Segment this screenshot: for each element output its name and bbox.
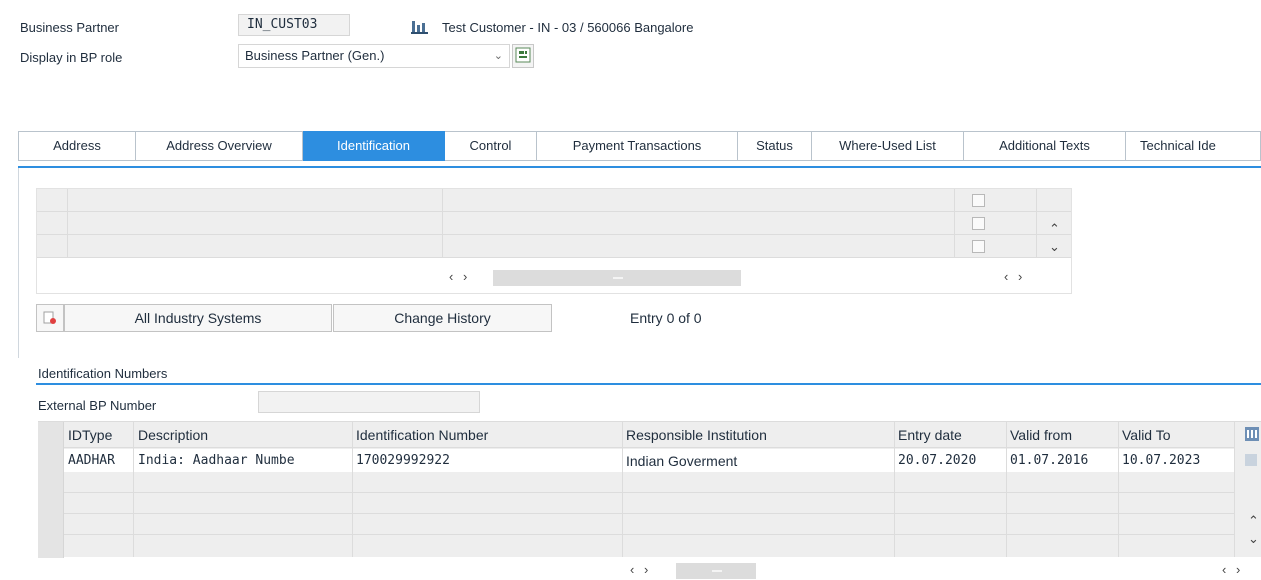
scroll-right-icon[interactable]: ›: [463, 269, 467, 284]
horizontal-scrollbar[interactable]: [493, 270, 741, 286]
cell-institution[interactable]: Indian Goverment: [626, 453, 737, 469]
change-history-button[interactable]: Change History: [333, 304, 552, 332]
bp-role-value: Business Partner (Gen.): [245, 48, 385, 63]
business-partner-description: Test Customer - IN - 03 / 560066 Bangalo…: [442, 20, 694, 35]
external-bp-label: External BP Number: [38, 398, 157, 413]
scroll-left-icon[interactable]: ‹: [1004, 269, 1008, 284]
column-divider: [894, 422, 895, 557]
empty-rows: [64, 472, 1234, 558]
display-role-label: Display in BP role: [20, 50, 123, 65]
row-select-all-icon[interactable]: [1245, 454, 1257, 466]
grid-divider: [954, 189, 955, 258]
business-partner-field[interactable]: IN_CUST03: [238, 14, 350, 36]
tab-status[interactable]: Status: [738, 131, 812, 161]
column-header-institution[interactable]: Responsible Institution: [626, 427, 767, 443]
scroll-left-icon[interactable]: ‹: [630, 562, 634, 577]
tab-where-used-list[interactable]: Where-Used List: [812, 131, 964, 161]
bp-role-select[interactable]: Business Partner (Gen.) ⌄: [238, 44, 510, 68]
cell-valid-from[interactable]: 01.07.2016: [1010, 453, 1088, 468]
table-settings-icon[interactable]: [1245, 427, 1259, 441]
column-header-description[interactable]: Description: [138, 427, 208, 443]
column-divider: [1006, 422, 1007, 557]
cell-valid-to[interactable]: 10.07.2023: [1122, 453, 1200, 468]
external-bp-field[interactable]: [258, 391, 480, 413]
grid-divider: [442, 189, 443, 258]
delete-row-icon: [43, 311, 57, 328]
delete-row-button[interactable]: [36, 304, 64, 332]
scroll-right-icon[interactable]: ›: [644, 562, 648, 577]
switch-role-icon: [515, 47, 531, 66]
column-divider: [1234, 422, 1235, 557]
tab-address[interactable]: Address: [18, 131, 136, 161]
scroll-left-icon[interactable]: ‹: [449, 269, 453, 284]
column-header-id-number[interactable]: Identification Number: [356, 427, 488, 443]
section-divider: [36, 383, 1261, 385]
industry-checkbox[interactable]: [972, 240, 985, 253]
section-title: Identification Numbers: [38, 366, 168, 381]
grid-divider: [67, 189, 68, 258]
switch-role-button[interactable]: [512, 44, 534, 68]
chevron-down-icon: ⌄: [493, 50, 503, 62]
table-row[interactable]: [64, 535, 1234, 556]
business-partner-label: Business Partner: [20, 20, 119, 35]
cell-entry-date[interactable]: 20.07.2020: [898, 453, 976, 468]
scrollbar-thumb[interactable]: [712, 570, 722, 572]
table-row[interactable]: [64, 493, 1234, 514]
cell-idtype[interactable]: AADHAR: [68, 453, 115, 468]
table-header: IDType Description Identification Number…: [64, 422, 1234, 448]
tab-identification[interactable]: Identification: [303, 131, 445, 161]
business-partner-icon: [410, 17, 430, 35]
industry-checkbox[interactable]: [972, 194, 985, 207]
all-industry-systems-button[interactable]: All Industry Systems: [64, 304, 332, 332]
table-row[interactable]: [64, 472, 1234, 493]
column-header-valid-from[interactable]: Valid from: [1010, 427, 1072, 443]
column-divider: [133, 422, 134, 557]
horizontal-scrollbar[interactable]: [676, 563, 756, 579]
column-divider: [352, 422, 353, 557]
tab-additional-texts[interactable]: Additional Texts: [964, 131, 1126, 161]
industry-row[interactable]: [37, 189, 1071, 212]
industry-row[interactable]: [37, 212, 1071, 235]
scroll-up-icon[interactable]: ⌃: [1248, 513, 1259, 529]
column-header-idtype[interactable]: IDType: [68, 427, 112, 443]
column-header-entry-date[interactable]: Entry date: [898, 427, 962, 443]
table-row[interactable]: AADHAR India: Aadhaar Numbe 170029992922…: [64, 449, 1234, 472]
industry-checkbox[interactable]: [972, 217, 985, 230]
cell-description[interactable]: India: Aadhaar Numbe: [138, 453, 295, 468]
scroll-down-icon[interactable]: ⌄: [1248, 531, 1259, 547]
tab-control[interactable]: Control: [445, 131, 537, 161]
tab-address-overview[interactable]: Address Overview: [136, 131, 303, 161]
scrollbar-thumb[interactable]: [613, 277, 623, 279]
cell-id-number[interactable]: 170029992922: [356, 453, 450, 468]
column-divider: [622, 422, 623, 557]
tab-technical-identification[interactable]: Technical Ide: [1126, 131, 1261, 161]
row-selector-column[interactable]: [38, 422, 64, 558]
industry-row[interactable]: [37, 235, 1071, 258]
grid-divider: [1036, 189, 1037, 258]
entry-count: Entry 0 of 0: [630, 310, 702, 326]
scroll-right-icon[interactable]: ›: [1018, 269, 1022, 284]
tab-strip: Address Address Overview Identification …: [18, 131, 1261, 161]
scroll-up-icon[interactable]: ⌃: [1049, 221, 1060, 237]
scroll-right-icon[interactable]: ›: [1236, 562, 1240, 577]
industry-grid: ‹ › ‹ › ⌃ ⌄: [36, 188, 1072, 294]
table-row[interactable]: [64, 514, 1234, 535]
column-divider: [1118, 422, 1119, 557]
tab-payment-transactions[interactable]: Payment Transactions: [537, 131, 738, 161]
column-header-valid-to[interactable]: Valid To: [1122, 427, 1171, 443]
scroll-down-icon[interactable]: ⌄: [1049, 239, 1060, 255]
scroll-left-icon[interactable]: ‹: [1222, 562, 1226, 577]
identification-table: IDType Description Identification Number…: [38, 421, 1261, 558]
